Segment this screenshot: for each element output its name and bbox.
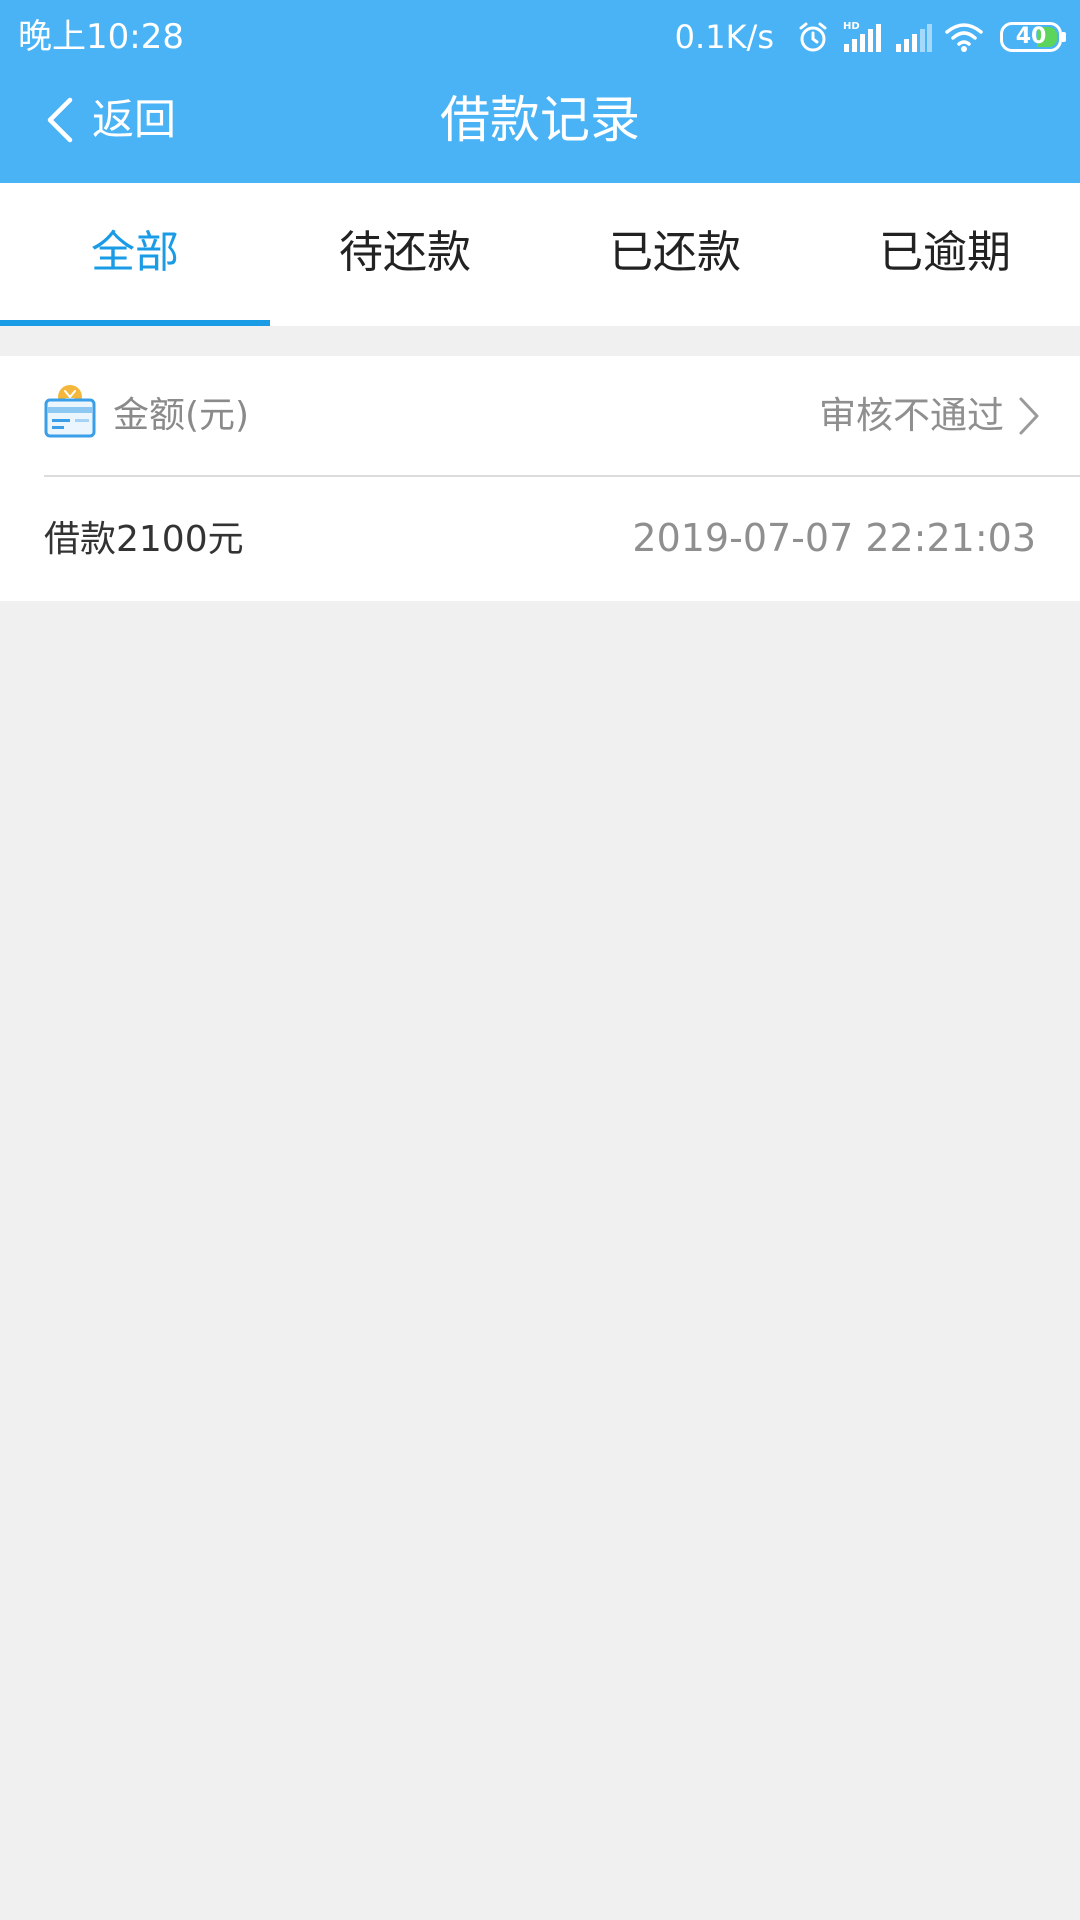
- loan-amount-title: 借款2100元: [44, 519, 244, 560]
- tab-label: 已逾期: [879, 227, 1011, 278]
- alarm-icon: [799, 22, 827, 52]
- tab-overdue[interactable]: 已逾期: [810, 183, 1080, 326]
- chevron-right-icon: [1019, 397, 1039, 435]
- loan-record-card[interactable]: 金额(元) 审核不通过 借款2100元 2019-07-07 22:21:03: [0, 356, 1080, 601]
- page-title: 借款记录: [440, 91, 640, 149]
- battery-icon: 40: [1000, 22, 1066, 52]
- wifi-icon: [945, 23, 983, 52]
- divider: [44, 475, 1080, 477]
- tab-label: 待还款: [339, 227, 471, 278]
- status-time: 晚上10:28: [18, 17, 184, 57]
- battery-tip: [1062, 32, 1066, 42]
- signal-hd-icon: HD: [843, 21, 881, 52]
- tab-label: 全部: [91, 227, 179, 278]
- net-speed: 0.1K/s: [674, 18, 774, 56]
- status-icons: 0.1K/s HD 40: [674, 16, 1066, 58]
- status-bar: 晚上10:28 0.1K/s HD 40: [0, 0, 1080, 74]
- header: 晚上10:28 0.1K/s HD 40 返回 借款记录: [0, 0, 1080, 183]
- loan-timestamp: 2019-07-07 22:21:03: [632, 516, 1036, 560]
- signal-icon: [896, 24, 932, 52]
- record-status[interactable]: 审核不通过: [819, 390, 1040, 442]
- svg-text:HD: HD: [843, 21, 860, 32]
- money-card-icon: [44, 385, 96, 438]
- tab-bar: 全部 待还款 已还款 已逾期: [0, 183, 1080, 326]
- battery-level: 40: [1015, 24, 1047, 49]
- tab-active-indicator: [0, 320, 270, 326]
- amount-label: 金额(元): [113, 395, 250, 436]
- status-text: 审核不通过: [819, 394, 1004, 437]
- tab-label: 已还款: [609, 227, 741, 278]
- loan-record-header: 金额(元) 审核不通过: [0, 356, 1080, 477]
- tab-pending-repayment[interactable]: 待还款: [270, 183, 540, 326]
- tab-repaid[interactable]: 已还款: [540, 183, 810, 326]
- tab-all[interactable]: 全部: [0, 183, 270, 326]
